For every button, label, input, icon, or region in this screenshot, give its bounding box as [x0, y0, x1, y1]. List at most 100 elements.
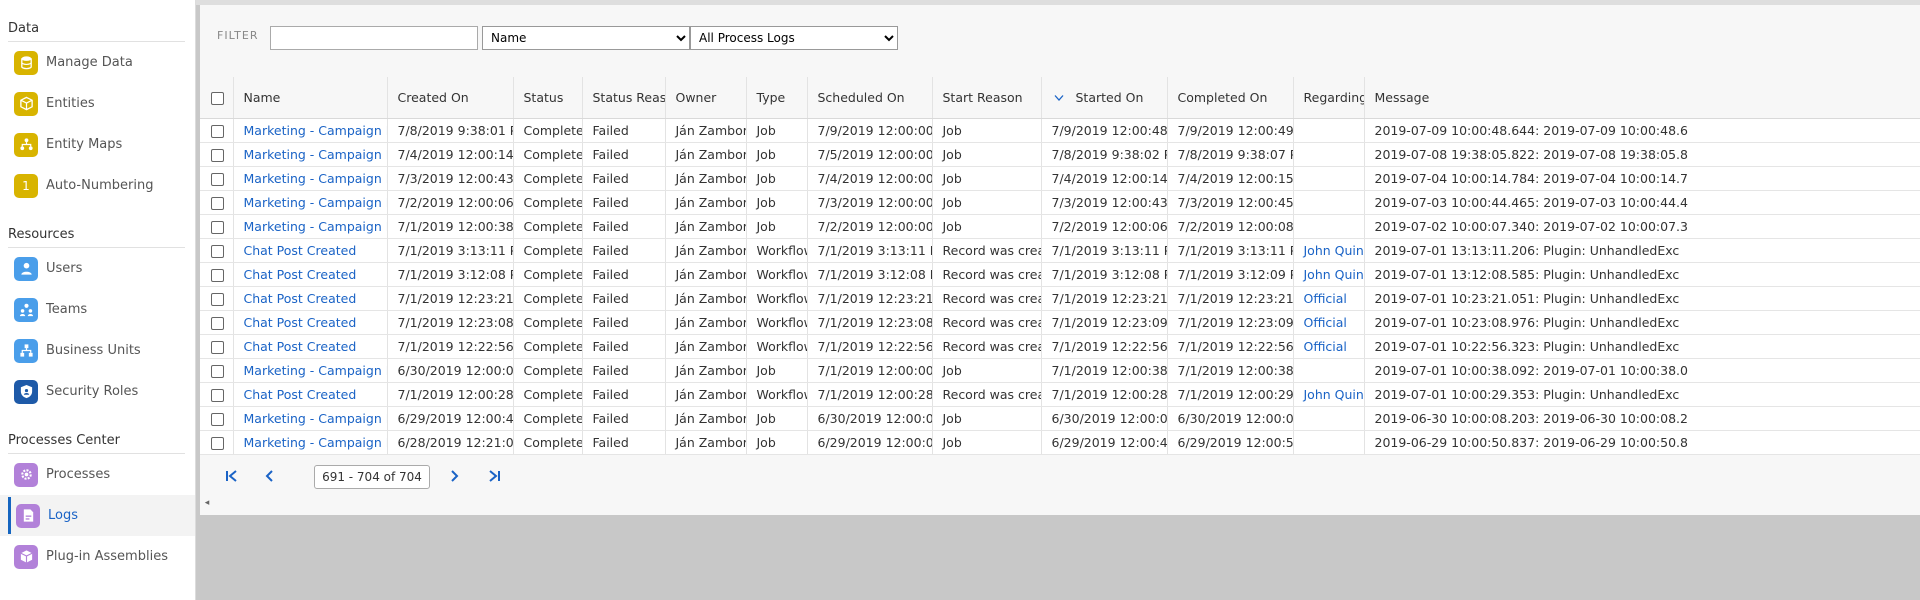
- record-name-link[interactable]: Marketing - Campaign Import: [244, 411, 387, 426]
- next-page-button[interactable]: [444, 466, 464, 486]
- sidebar-item-entity-maps[interactable]: Entity Maps: [0, 124, 195, 165]
- table-row[interactable]: Marketing - Campaign Import7/2/2019 12:0…: [200, 190, 1920, 215]
- regarding-link[interactable]: John Quinn: [1304, 243, 1364, 258]
- cell-completed-on: 7/1/2019 12:23:21 PM: [1167, 286, 1294, 311]
- row-checkbox[interactable]: [211, 364, 224, 378]
- table-row[interactable]: Marketing - Campaign Import6/28/2019 12:…: [200, 430, 1920, 455]
- column-header-status[interactable]: Status: [513, 77, 583, 119]
- sidebar-item-users[interactable]: Users: [0, 248, 195, 289]
- regarding-link[interactable]: John Quinn: [1304, 387, 1364, 402]
- sidebar-item-business-units[interactable]: Business Units: [0, 330, 195, 371]
- sidebar-item-label: Entity Maps: [46, 137, 123, 152]
- row-checkbox[interactable]: [211, 244, 224, 258]
- sidebar-nav: Data Manage Data Entities Entity Maps 1 Auto-…: [0, 0, 196, 600]
- regarding-link[interactable]: Official: [1304, 339, 1347, 354]
- row-checkbox[interactable]: [211, 292, 224, 306]
- column-header-label: Message: [1374, 89, 1430, 105]
- row-checkbox[interactable]: [211, 196, 224, 210]
- regarding-link[interactable]: Official: [1304, 315, 1347, 330]
- cell-started-on: 7/3/2019 12:00:43 PM: [1041, 190, 1168, 215]
- column-header-regarding[interactable]: Regarding: [1293, 77, 1365, 119]
- record-name-link[interactable]: Chat Post Created: [244, 267, 357, 282]
- last-page-icon: [489, 470, 500, 482]
- sidebar-item-label: Plug-in Assemblies: [46, 549, 168, 564]
- previous-page-button[interactable]: [260, 466, 280, 486]
- sidebar-item-auto-numbering[interactable]: 1 Auto-Numbering: [0, 165, 195, 206]
- cell-start-reason: Record was created: [932, 238, 1042, 263]
- regarding-link[interactable]: John Quinn: [1304, 267, 1364, 282]
- sidebar-section-title: Processes Center: [8, 433, 120, 448]
- table-row[interactable]: Marketing - Campaign Import7/3/2019 12:0…: [200, 166, 1920, 191]
- record-name-link[interactable]: Marketing - Campaign Import: [244, 123, 387, 138]
- sidebar-item-manage-data[interactable]: Manage Data: [0, 42, 195, 83]
- column-header-started-on[interactable]: Started On: [1041, 77, 1168, 119]
- cell-completed-on: 7/4/2019 12:00:15 PM: [1167, 166, 1294, 191]
- column-header-message[interactable]: Message: [1364, 77, 1920, 119]
- row-checkbox[interactable]: [211, 124, 224, 138]
- sidebar-item-teams[interactable]: Teams: [0, 289, 195, 330]
- select-all-checkbox[interactable]: [211, 91, 224, 105]
- record-name-link[interactable]: Marketing - Campaign Import: [244, 363, 387, 378]
- sidebar-item-plug-in-assemblies[interactable]: Plug-in Assemblies: [0, 536, 195, 577]
- sidebar-item-processes[interactable]: Processes: [0, 454, 195, 495]
- column-header-completed-on[interactable]: Completed On: [1167, 77, 1294, 119]
- table-row[interactable]: Marketing - Campaign Import7/1/2019 12:0…: [200, 214, 1920, 239]
- column-header-start-reason[interactable]: Start Reason: [932, 77, 1042, 119]
- table-row[interactable]: Marketing - Campaign Import6/30/2019 12:…: [200, 358, 1920, 383]
- page-range-indicator: 691 - 704 of 704: [314, 465, 430, 489]
- record-name-link[interactable]: Chat Post Created: [244, 291, 357, 306]
- sidebar-item-security-roles[interactable]: Security Roles: [0, 371, 195, 412]
- table-row[interactable]: Marketing - Campaign Import7/8/2019 9:38…: [200, 118, 1920, 143]
- record-name-link[interactable]: Chat Post Created: [244, 387, 357, 402]
- record-name-link[interactable]: Marketing - Campaign Import: [244, 147, 387, 162]
- table-row[interactable]: Marketing - Campaign Import7/4/2019 12:0…: [200, 142, 1920, 167]
- column-header-label: Type: [756, 89, 786, 105]
- row-checkbox[interactable]: [211, 412, 224, 426]
- row-checkbox[interactable]: [211, 268, 224, 282]
- regarding-link[interactable]: Official: [1304, 291, 1347, 306]
- row-checkbox[interactable]: [211, 220, 224, 234]
- row-checkbox[interactable]: [211, 316, 224, 330]
- row-checkbox[interactable]: [211, 340, 224, 354]
- record-name-link[interactable]: Marketing - Campaign Import: [244, 435, 387, 450]
- column-header-owner[interactable]: Owner: [665, 77, 747, 119]
- table-row[interactable]: Chat Post Created7/1/2019 3:13:11 PMComp…: [200, 238, 1920, 263]
- cell-name: Chat Post Created: [233, 286, 388, 311]
- record-name-link[interactable]: Marketing - Campaign Import: [244, 171, 387, 186]
- row-checkbox[interactable]: [211, 388, 224, 402]
- row-checkbox[interactable]: [211, 436, 224, 450]
- table-row[interactable]: Chat Post Created7/1/2019 12:22:56 PMCom…: [200, 334, 1920, 359]
- table-row[interactable]: Chat Post Created7/1/2019 3:12:08 PMComp…: [200, 262, 1920, 287]
- column-header-scheduled-on[interactable]: Scheduled On: [807, 77, 933, 119]
- column-header-created-on[interactable]: Created On: [387, 77, 514, 119]
- record-name-link[interactable]: Chat Post Created: [244, 339, 357, 354]
- cell-status-reason: Failed: [582, 286, 666, 311]
- cell-message: 2019-06-29 10:00:50.837: 2019-06-29 10:0…: [1364, 430, 1920, 455]
- table-row[interactable]: Chat Post Created7/1/2019 12:23:08 PMCom…: [200, 310, 1920, 335]
- filter-field-select[interactable]: Name: [482, 26, 690, 50]
- sidebar-item-logs[interactable]: Logs: [0, 495, 195, 536]
- filter-input[interactable]: [270, 26, 478, 50]
- view-select[interactable]: All Process Logs: [690, 26, 898, 50]
- row-checkbox[interactable]: [211, 172, 224, 186]
- cell-created-on: 7/4/2019 12:00:14 PM: [387, 142, 514, 167]
- last-page-button[interactable]: [484, 466, 504, 486]
- row-select-cell: [200, 382, 234, 407]
- sidebar-item-entities[interactable]: Entities: [0, 83, 195, 124]
- table-row[interactable]: Marketing - Campaign Import6/29/2019 12:…: [200, 406, 1920, 431]
- cell-status: Completed: [513, 310, 583, 335]
- first-page-button[interactable]: [222, 466, 242, 486]
- record-name-link[interactable]: Chat Post Created: [244, 243, 357, 258]
- table-row[interactable]: Chat Post Created7/1/2019 12:00:28 PMCom…: [200, 382, 1920, 407]
- table-row[interactable]: Chat Post Created7/1/2019 12:23:21 PMCom…: [200, 286, 1920, 311]
- record-name-link[interactable]: Marketing - Campaign Import: [244, 219, 387, 234]
- record-name-link[interactable]: Marketing - Campaign Import: [244, 195, 387, 210]
- cell-type: Job: [746, 118, 808, 143]
- row-checkbox[interactable]: [211, 148, 224, 162]
- scroll-left-arrow[interactable]: ◂: [200, 496, 214, 510]
- column-header-label: Scheduled On: [817, 89, 905, 105]
- column-header-status-reason[interactable]: Status Reason: [582, 77, 666, 119]
- record-name-link[interactable]: Chat Post Created: [244, 315, 357, 330]
- column-header-name[interactable]: Name: [233, 77, 388, 119]
- column-header-type[interactable]: Type: [746, 77, 808, 119]
